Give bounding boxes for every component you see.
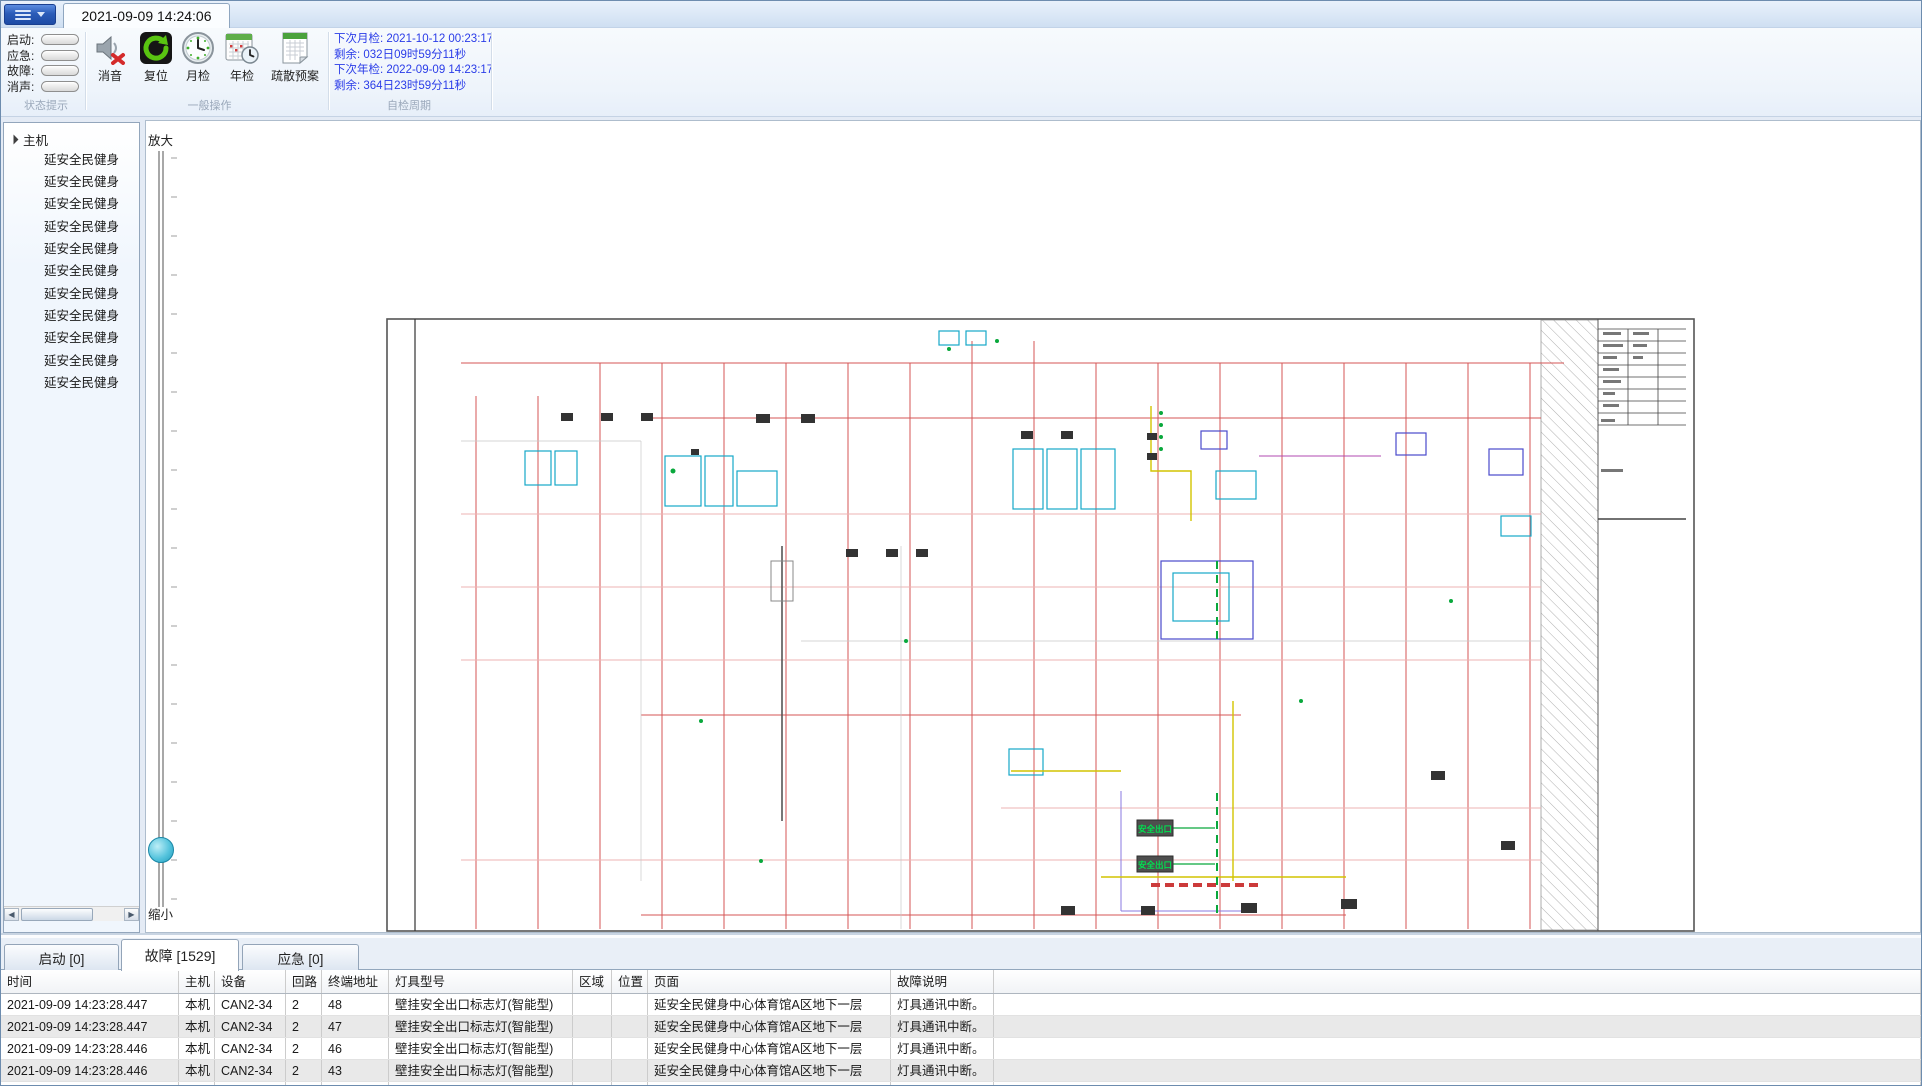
app-menu-button[interactable]: [4, 4, 56, 25]
monthly-check-button[interactable]: 月检: [181, 31, 215, 84]
tab-fault[interactable]: 故障 [1529]: [121, 939, 239, 971]
menu-icon: [15, 10, 31, 20]
title-bar: 2021-09-09 14:24:06: [1, 1, 1921, 28]
zoom-in-label: 放大: [148, 130, 173, 149]
col-position[interactable]: 位置: [612, 970, 648, 993]
tree-item[interactable]: 延安全民健身: [44, 194, 140, 214]
col-area[interactable]: 区域: [573, 970, 612, 993]
tree-item[interactable]: 延安全民健身: [44, 261, 140, 281]
annual-check-button[interactable]: 年检: [225, 31, 259, 84]
ribbon-toolbar: 启动: 应急: 故障: 消声: 消音: [1, 28, 1921, 117]
status-label-start: 启动:: [7, 31, 41, 48]
status-group-label: 状态提示: [7, 97, 85, 113]
col-fault-desc[interactable]: 故障说明: [891, 970, 994, 993]
start-indicator: [41, 34, 79, 45]
status-label-fault: 故障:: [7, 62, 41, 79]
col-terminal[interactable]: 终端地址: [322, 970, 389, 993]
scroll-right-arrow[interactable]: ▶: [124, 908, 139, 921]
fault-table: 时间 主机 设备 回路 终端地址 灯具型号 区域 位置 页面 故障说明 2021…: [1, 970, 1921, 1086]
col-host[interactable]: 主机: [179, 970, 215, 993]
tree-item[interactable]: 延安全民健身: [44, 328, 140, 348]
tree-item[interactable]: 延安全民健身: [44, 239, 140, 259]
tab-emergency[interactable]: 应急 [0]: [242, 944, 359, 970]
zoom-slider-track[interactable]: [158, 151, 164, 907]
status-label-emergency: 应急:: [7, 47, 41, 64]
table-row[interactable]: 2021-09-09 14:23:28.447本机 CAN2-342 47壁挂安…: [1, 1016, 1921, 1038]
chevron-down-icon: [37, 12, 45, 17]
selfcheck-info: 下次月检: 2021-10-12 00:23:17 剩余: 032日09时59分…: [334, 32, 484, 94]
reset-icon: [139, 31, 173, 65]
fault-indicator: [41, 65, 79, 76]
tree-item[interactable]: 延安全民健身: [44, 351, 140, 371]
expander-icon[interactable]: [9, 134, 19, 144]
mute-button[interactable]: 消音: [93, 31, 127, 84]
clock-icon: [181, 31, 215, 65]
time-tab[interactable]: 2021-09-09 14:24:06: [63, 3, 230, 28]
tree-item[interactable]: 延安全民健身: [44, 150, 140, 170]
zoom-out-label: 缩小: [148, 904, 173, 923]
emergency-indicator: [41, 50, 79, 61]
col-loop[interactable]: 回路: [286, 970, 322, 993]
table-row[interactable]: 2021-09-09 14:23:28.447本机 CAN2-342 48壁挂安…: [1, 994, 1921, 1016]
application-window: 2021-09-09 14:24:06 启动: 应急: 故障: 消声: 消音: [0, 0, 1922, 1086]
evacuation-plan-icon: [278, 31, 312, 65]
tree-item[interactable]: 延安全民健身: [44, 306, 140, 326]
col-time[interactable]: 时间: [1, 970, 179, 993]
event-log-panel: 启动 [0] 故障 [1529] 应急 [0] 时间 主机 设备 回路 终端地址…: [1, 933, 1921, 1086]
mute-speaker-icon: [93, 31, 127, 65]
status-group: 启动: 应急: 故障: 消声:: [7, 32, 79, 94]
selfcheck-group-label: 自检周期: [334, 97, 484, 113]
next-monthly-check: 下次月检: 2021-10-12 00:23:17: [334, 32, 484, 48]
drawing-canvas[interactable]: [145, 120, 1921, 933]
scrollbar-thumb[interactable]: [21, 908, 93, 921]
calendar-clock-icon: [225, 31, 259, 65]
table-row[interactable]: 2021-09-09 14:23:28.446本机 CAN2-342 46壁挂安…: [1, 1038, 1921, 1060]
table-row[interactable]: 2021-09-09 14:23:28.446本机 CAN2-342 43壁挂安…: [1, 1060, 1921, 1082]
current-time: 2021-09-09 14:24:06: [82, 8, 212, 24]
monthly-remaining: 剩余: 032日09时59分11秒: [334, 48, 484, 64]
col-device[interactable]: 设备: [215, 970, 286, 993]
log-tabs: 启动 [0] 故障 [1529] 应急 [0]: [1, 938, 1921, 970]
tree-item[interactable]: 延安全民健身: [44, 172, 140, 192]
scroll-left-arrow[interactable]: ◀: [4, 908, 19, 921]
reset-button[interactable]: 复位: [139, 31, 173, 84]
table-row[interactable]: 2021-09-09 14:23:28.445本机 CAN2-342 42壁挂安…: [1, 1082, 1921, 1086]
tree-item[interactable]: 延安全民健身: [44, 373, 140, 393]
table-header: 时间 主机 设备 回路 终端地址 灯具型号 区域 位置 页面 故障说明: [1, 970, 1921, 994]
tree-horizontal-scrollbar[interactable]: ◀ ▶: [4, 906, 139, 921]
next-annual-check: 下次年检: 2022-09-09 14:23:17: [334, 63, 484, 79]
mute-indicator: [41, 81, 79, 92]
status-label-mute: 消声:: [7, 78, 41, 95]
actions-group-label: 一般操作: [91, 97, 328, 113]
tree-root-host[interactable]: 主机: [10, 129, 48, 149]
zoom-slider-thumb[interactable]: [148, 837, 174, 863]
col-model[interactable]: 灯具型号: [389, 970, 573, 993]
tab-start[interactable]: 启动 [0]: [4, 944, 119, 970]
evacuation-plan-button[interactable]: 疏散预案: [271, 31, 319, 84]
host-tree-panel: 主机 延安全民健身 延安全民健身 延安全民健身 延安全民健身 延安全民健身 延安…: [3, 122, 140, 933]
col-page[interactable]: 页面: [648, 970, 891, 993]
tree-item[interactable]: 延安全民健身: [44, 217, 140, 237]
tree-item[interactable]: 延安全民健身: [44, 284, 140, 304]
tree-root-label: 主机: [23, 130, 48, 149]
annual-remaining: 剩余: 364日23时59分11秒: [334, 79, 484, 95]
